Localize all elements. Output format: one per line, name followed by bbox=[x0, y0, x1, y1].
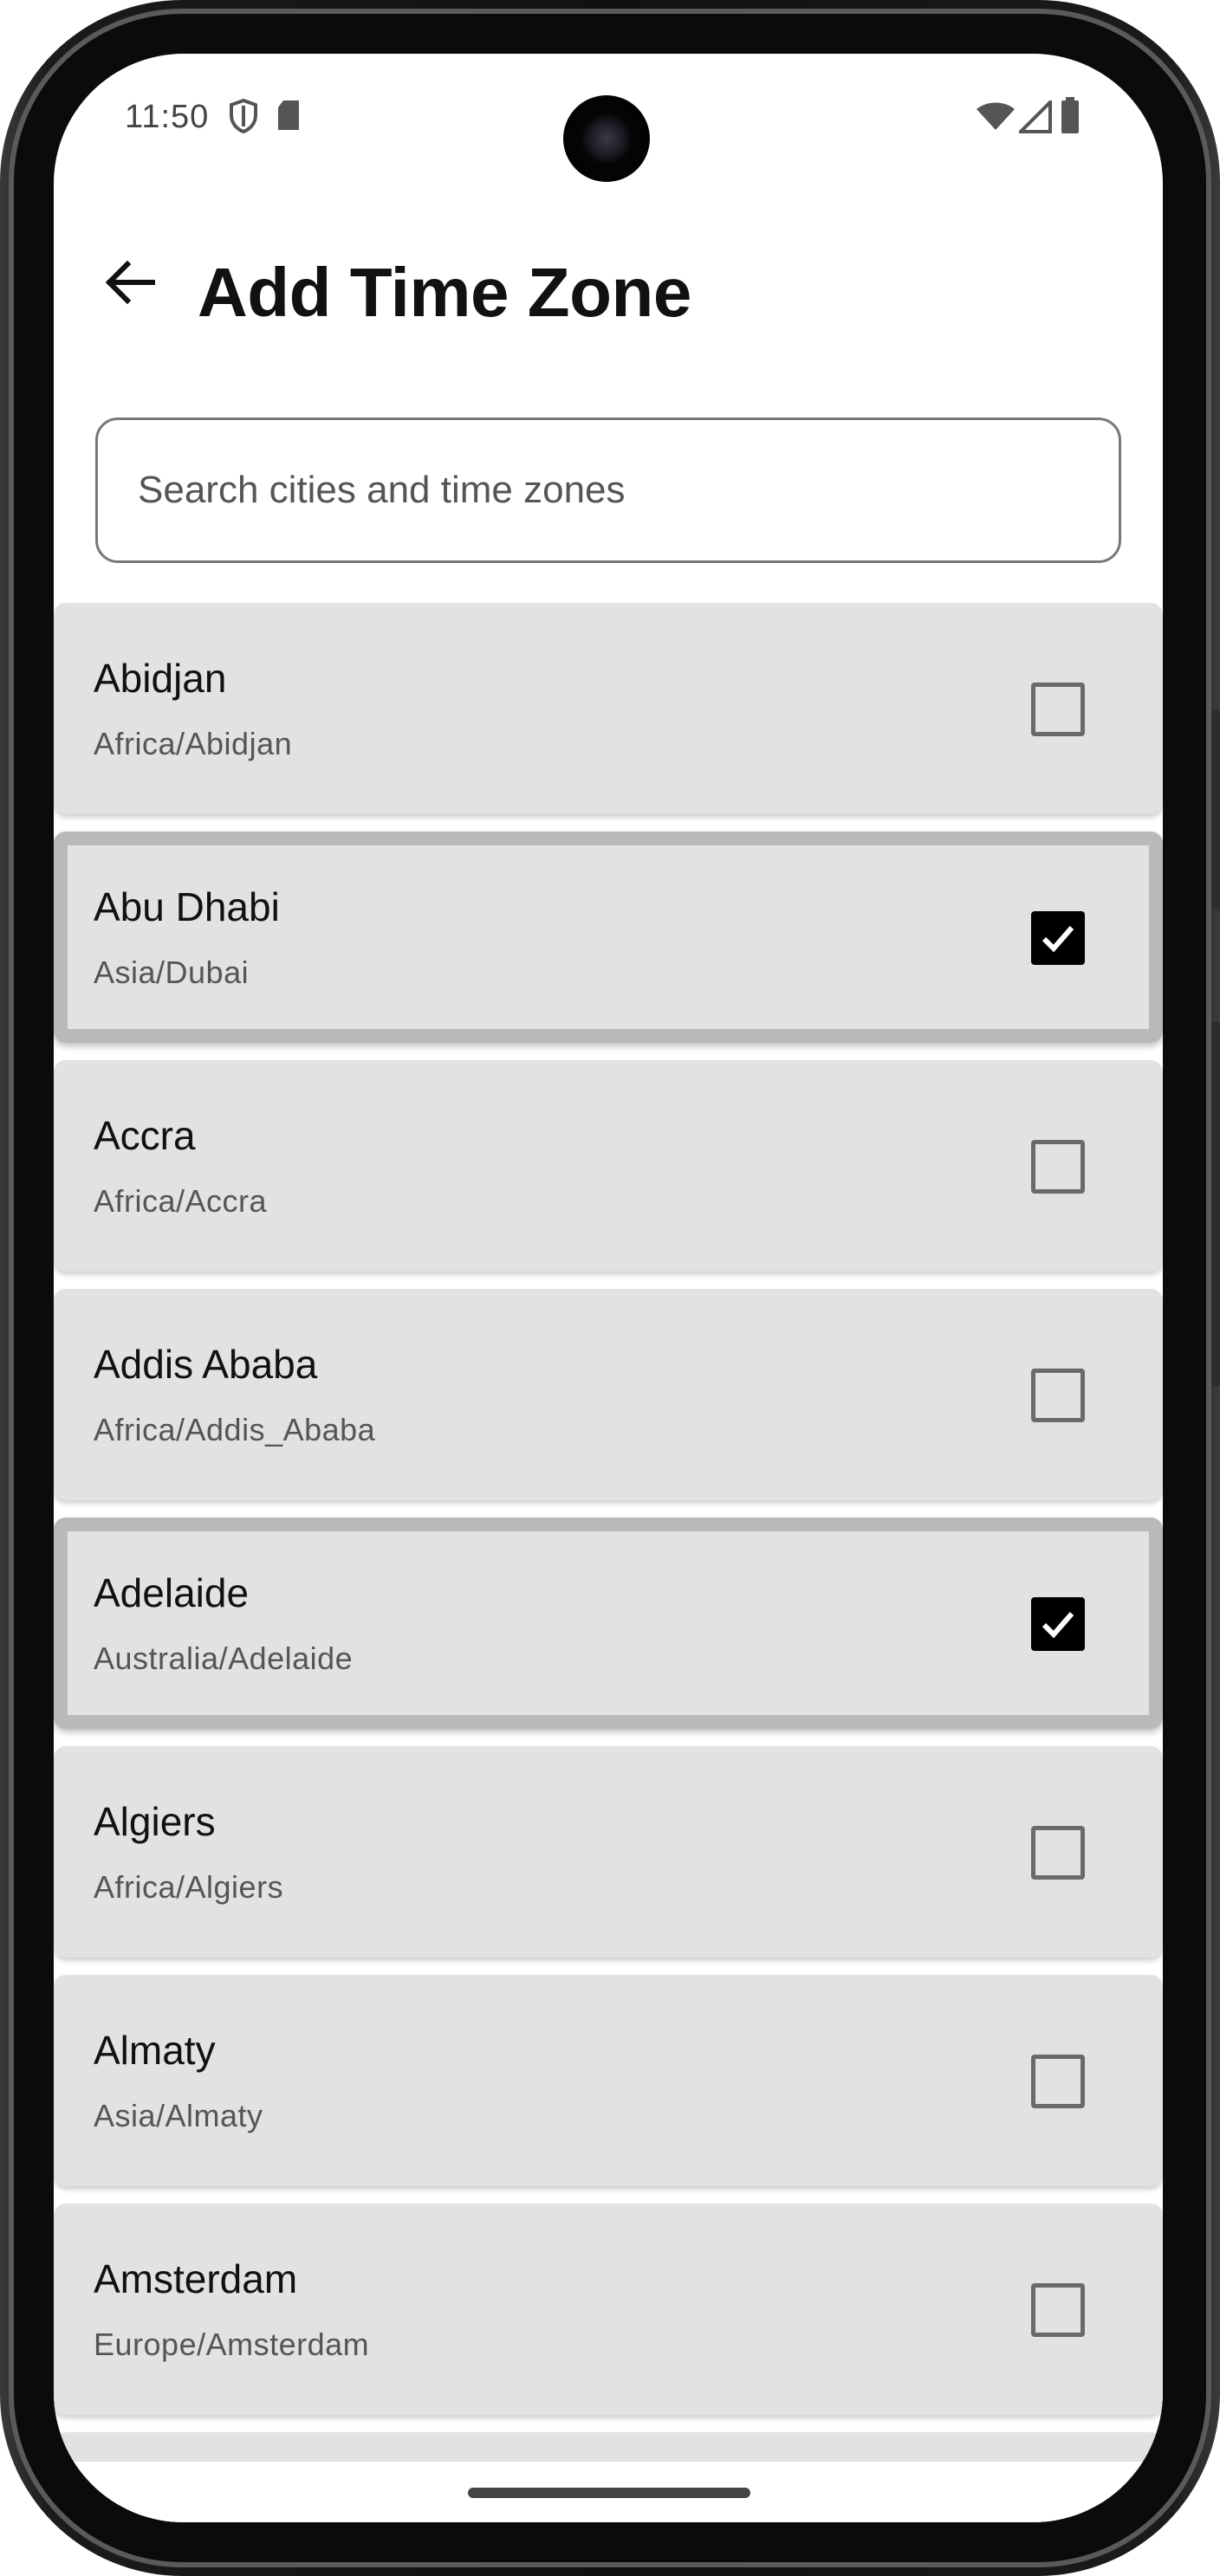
checkbox[interactable] bbox=[1031, 1369, 1085, 1422]
time-zone-id: Africa/Algiers bbox=[94, 1869, 284, 1905]
power-button bbox=[1211, 1022, 1220, 1386]
time-zone-id: Africa/Abidjan bbox=[94, 726, 293, 761]
city-name: Accra bbox=[94, 1113, 196, 1158]
wifi-icon bbox=[976, 102, 1016, 135]
status-time: 11:50 bbox=[125, 99, 210, 135]
checkbox[interactable] bbox=[1031, 683, 1085, 736]
list-item[interactable]: Adelaide Australia/Adelaide bbox=[54, 1518, 1163, 1729]
time-zone-id: Asia/Dubai bbox=[94, 955, 250, 990]
checkbox[interactable] bbox=[1031, 911, 1085, 965]
city-name: Almaty bbox=[94, 2028, 216, 2073]
time-zone-id: Europe/Amsterdam bbox=[94, 2327, 370, 2362]
checkmark-icon bbox=[1042, 926, 1074, 953]
shield-icon bbox=[229, 98, 258, 134]
list-item[interactable]: Almaty Asia/Almaty bbox=[54, 1975, 1163, 2186]
city-name: Adelaide bbox=[94, 1570, 250, 1615]
checkbox[interactable] bbox=[1031, 2283, 1085, 2337]
checkbox[interactable] bbox=[1031, 1826, 1085, 1880]
list-item[interactable]: Amsterdam Europe/Amsterdam bbox=[54, 2204, 1163, 2415]
battery-icon bbox=[1061, 97, 1080, 133]
device-frame: 11:50 Add Time Zone Search cities and ti… bbox=[0, 0, 1220, 2576]
checkmark-icon bbox=[1042, 1612, 1074, 1639]
checkbox[interactable] bbox=[1031, 1140, 1085, 1194]
screen: 11:50 Add Time Zone Search cities and ti… bbox=[54, 54, 1163, 2522]
sd-card-icon bbox=[276, 99, 302, 132]
time-zone-id: Africa/Addis_Ababa bbox=[94, 1412, 376, 1447]
list-item[interactable]: Abidjan Africa/Abidjan bbox=[54, 603, 1163, 814]
front-camera bbox=[563, 95, 650, 182]
search-field[interactable] bbox=[95, 417, 1121, 563]
checkbox[interactable] bbox=[1031, 1597, 1085, 1651]
city-name: Abidjan bbox=[94, 656, 227, 701]
checkbox[interactable] bbox=[1031, 2055, 1085, 2108]
gesture-handle[interactable] bbox=[468, 2488, 750, 2498]
time-zone-id: Africa/Accra bbox=[94, 1183, 268, 1219]
list-item[interactable]: Algiers Africa/Algiers bbox=[54, 1746, 1163, 1958]
list-item[interactable]: Abu Dhabi Asia/Dubai bbox=[54, 832, 1163, 1043]
time-zone-id: Asia/Almaty bbox=[94, 2098, 263, 2133]
status-bar: 11:50 bbox=[54, 54, 1163, 182]
city-name: Algiers bbox=[94, 1799, 216, 1844]
search-input[interactable] bbox=[136, 420, 1089, 560]
app-bar: Add Time Zone bbox=[54, 227, 1163, 348]
arrow-back-icon bbox=[105, 260, 156, 308]
city-name: Amsterdam bbox=[94, 2256, 298, 2301]
list-item[interactable]: Addis Ababa Africa/Addis_Ababa bbox=[54, 1289, 1163, 1500]
cell-signal-icon bbox=[1016, 98, 1052, 133]
back-button[interactable] bbox=[95, 249, 165, 319]
city-name: Addis Ababa bbox=[94, 1342, 318, 1387]
page-title: Add Time Zone bbox=[198, 254, 691, 331]
list-item[interactable]: Accra Africa/Accra bbox=[54, 1060, 1163, 1272]
volume-button bbox=[1211, 710, 1220, 909]
city-name: Abu Dhabi bbox=[94, 884, 280, 929]
time-zone-id: Australia/Adelaide bbox=[94, 1641, 354, 1676]
